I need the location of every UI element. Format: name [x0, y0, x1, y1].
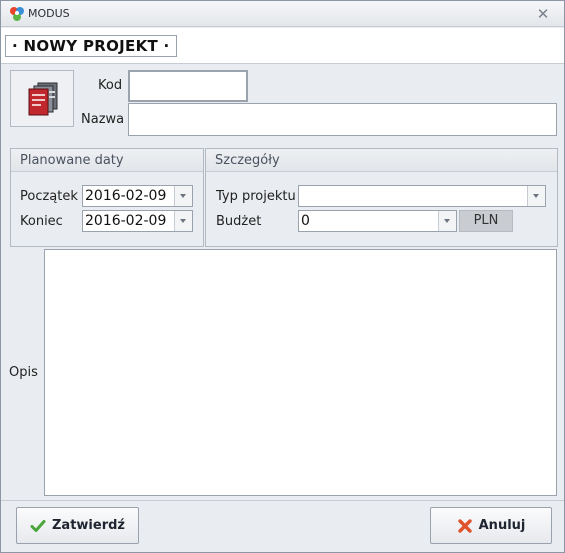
cancel-button[interactable]: Anuluj [430, 507, 552, 544]
description-field[interactable] [45, 250, 556, 495]
kod-field[interactable] [130, 72, 246, 100]
details-title: Szczegóły [206, 149, 557, 172]
start-date-value: 2016-02-09 [85, 188, 167, 204]
budget-dropdown[interactable] [438, 211, 456, 231]
chevron-down-icon [180, 219, 186, 223]
folders-icon [28, 82, 58, 116]
currency-badge: PLN [459, 210, 513, 232]
new-project-dialog: MODUS ✕ · NOWY PROJEKT · Kod Nazwa Plano… [0, 0, 565, 553]
x-icon [457, 518, 472, 533]
end-label: Koniec [20, 214, 63, 229]
chevron-down-icon [180, 194, 186, 198]
description-memo[interactable] [44, 249, 557, 496]
kod-label: Kod [98, 78, 123, 93]
checkmark-icon [30, 519, 46, 532]
nazwa-field[interactable] [129, 104, 556, 135]
close-button[interactable]: ✕ [535, 6, 551, 22]
title-bar[interactable]: MODUS ✕ [1, 1, 564, 27]
budget-input[interactable]: 0 [298, 210, 457, 232]
page-title: · NOWY PROJEKT · [5, 35, 177, 57]
modus-logo-icon [10, 7, 24, 21]
nazwa-input[interactable] [128, 103, 557, 136]
project-type-select[interactable] [298, 185, 546, 207]
start-date-picker[interactable]: 2016-02-09 [82, 185, 193, 207]
end-date-picker[interactable]: 2016-02-09 [82, 210, 193, 232]
chevron-down-icon [444, 219, 450, 223]
confirm-button[interactable]: Zatwierdź [16, 507, 139, 544]
start-date-dropdown[interactable] [174, 186, 192, 206]
description-label: Opis [9, 365, 38, 380]
end-date-dropdown[interactable] [174, 211, 192, 231]
header-bar: · NOWY PROJEKT · [1, 28, 564, 64]
cancel-label: Anuluj [478, 518, 526, 533]
kod-input[interactable] [128, 70, 248, 102]
planned-dates-title: Planowane daty [11, 149, 203, 172]
budget-label: Budżet [216, 214, 262, 229]
app-title: MODUS [28, 7, 70, 20]
budget-value: 0 [301, 213, 310, 229]
footer-separator [1, 500, 564, 501]
end-date-value: 2016-02-09 [85, 213, 167, 229]
project-type-dropdown[interactable] [527, 186, 545, 206]
chevron-down-icon [533, 194, 539, 198]
type-label: Typ projektu [216, 189, 296, 204]
confirm-label: Zatwierdź [52, 518, 125, 533]
project-icon-button[interactable] [10, 70, 74, 127]
close-icon: ✕ [536, 5, 550, 23]
start-label: Początek [20, 189, 78, 204]
nazwa-label: Nazwa [81, 112, 125, 127]
